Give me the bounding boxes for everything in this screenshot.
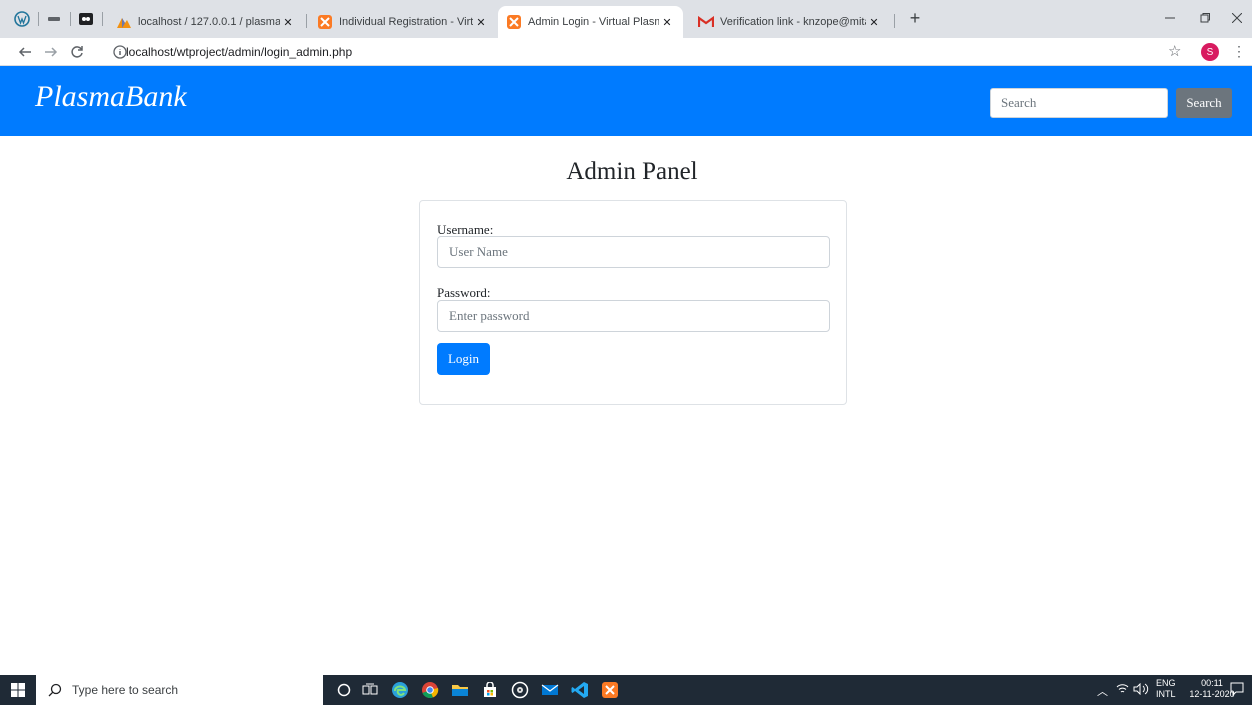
tab-separator [70, 12, 71, 26]
tab-close-icon[interactable]: ✕ [280, 14, 296, 30]
windows-taskbar: Type here to search ︿ ENG INTL 00:11 12-… [0, 675, 1252, 705]
cortana-button[interactable] [334, 680, 354, 700]
edge-taskbar-button[interactable] [390, 680, 410, 700]
password-label: Password: [437, 285, 491, 300]
pinned-tab-3[interactable] [76, 9, 96, 29]
username-input[interactable] [437, 236, 830, 268]
arrow-left-icon [18, 47, 31, 57]
password-input[interactable] [437, 300, 830, 332]
search-icon [48, 683, 62, 697]
tab-title: localhost / 127.0.0.1 / plasmaban [138, 16, 280, 28]
browser-toolbar: localhost/wtproject/admin/login_admin.ph… [0, 38, 1252, 66]
tab-separator [306, 14, 307, 28]
network-icon[interactable] [1116, 683, 1129, 697]
start-button[interactable] [0, 675, 36, 705]
close-window-button[interactable] [1222, 8, 1252, 28]
reload-icon [71, 46, 83, 58]
profile-avatar[interactable]: S [1201, 43, 1219, 61]
store-taskbar-button[interactable] [480, 680, 500, 700]
task-view-button[interactable] [360, 680, 380, 700]
tab-phpmyadmin[interactable]: localhost / 127.0.0.1 / plasmaban ✕ [108, 6, 304, 38]
tab-admin-login[interactable]: Admin Login - Virtual Plasma Ba ✕ [498, 6, 683, 38]
vscode-taskbar-button[interactable] [570, 680, 590, 700]
tab-close-icon[interactable]: ✕ [659, 14, 675, 30]
search-input[interactable] [990, 88, 1168, 118]
tab-close-icon[interactable]: ✕ [866, 14, 882, 30]
media-player-taskbar-button[interactable] [510, 680, 530, 700]
tab-title: Individual Registration - Virtual P [339, 16, 473, 28]
file-explorer-taskbar-button[interactable] [450, 680, 470, 700]
show-hidden-icons-button[interactable]: ︿ [1097, 683, 1108, 699]
volume-icon[interactable] [1133, 682, 1149, 698]
arrow-right-icon [45, 47, 58, 57]
forward-button[interactable] [40, 41, 62, 63]
tab-title: Verification link - knzope@mitao [720, 16, 866, 28]
pinned-tab-2[interactable] [44, 9, 64, 29]
keyboard-layout: INTL [1156, 689, 1176, 699]
language-code: ENG [1156, 678, 1176, 688]
search-button[interactable]: Search [1176, 88, 1232, 118]
gmail-icon [698, 14, 714, 30]
login-button[interactable]: Login [437, 343, 490, 375]
maximize-button[interactable] [1190, 8, 1220, 28]
phpmyadmin-icon [116, 14, 132, 30]
back-button[interactable] [14, 41, 36, 63]
folder-icon [452, 685, 468, 696]
tab-separator [102, 12, 103, 26]
wordpress-pinned-tab[interactable] [12, 9, 32, 29]
minimize-icon [1165, 17, 1175, 19]
more-menu-icon[interactable]: ⋮ [1232, 43, 1246, 60]
mail-icon [541, 684, 559, 695]
cortana-icon [337, 683, 351, 697]
browser-tab-strip: localhost / 127.0.0.1 / plasmaban ✕ Indi… [0, 0, 1252, 38]
address-bar[interactable]: localhost/wtproject/admin/login_admin.ph… [126, 45, 352, 59]
mail-taskbar-button[interactable] [540, 680, 560, 700]
tab-title: Admin Login - Virtual Plasma Ba [528, 16, 659, 28]
notification-button[interactable] [1230, 682, 1244, 699]
tab-gmail-verification[interactable]: Verification link - knzope@mitao ✕ [690, 6, 890, 38]
taskbar-search-placeholder: Type here to search [72, 683, 179, 697]
taskbar-search-box[interactable]: Type here to search [36, 675, 323, 705]
site-navbar: PlasmaBank Search [0, 66, 1252, 136]
reload-button[interactable] [66, 41, 88, 63]
tab-separator [894, 14, 895, 28]
login-card: Username: Password: Login [419, 200, 847, 405]
xampp-icon [317, 14, 333, 30]
notification-icon [1230, 682, 1244, 697]
minimize-button[interactable] [1155, 8, 1185, 28]
task-view-icon [362, 683, 378, 695]
brand-logo[interactable]: PlasmaBank [35, 80, 187, 114]
chrome-taskbar-button[interactable] [420, 680, 440, 700]
chrome-icon [422, 682, 439, 699]
vscode-icon [571, 682, 588, 698]
xampp-icon [602, 682, 618, 698]
new-tab-button[interactable]: + [905, 9, 925, 29]
tab-close-icon[interactable]: ✕ [473, 14, 489, 30]
app-icon [79, 13, 93, 25]
store-bag-icon [484, 682, 496, 697]
edge-icon [392, 682, 408, 698]
wordpress-icon [14, 11, 30, 27]
windows-logo-icon [11, 683, 25, 697]
restore-icon [1200, 13, 1210, 23]
tab-individual-registration[interactable]: Individual Registration - Virtual P ✕ [309, 6, 497, 38]
media-disc-icon [511, 681, 529, 699]
language-indicator[interactable]: ENG INTL [1156, 678, 1176, 700]
close-icon [1232, 13, 1242, 23]
bar-icon [48, 17, 60, 21]
xampp-taskbar-button[interactable] [600, 680, 620, 700]
xampp-icon [506, 14, 522, 30]
bookmark-star-icon[interactable]: ☆ [1168, 42, 1181, 60]
page-title: Admin Panel [566, 158, 698, 185]
tab-separator [38, 12, 39, 26]
